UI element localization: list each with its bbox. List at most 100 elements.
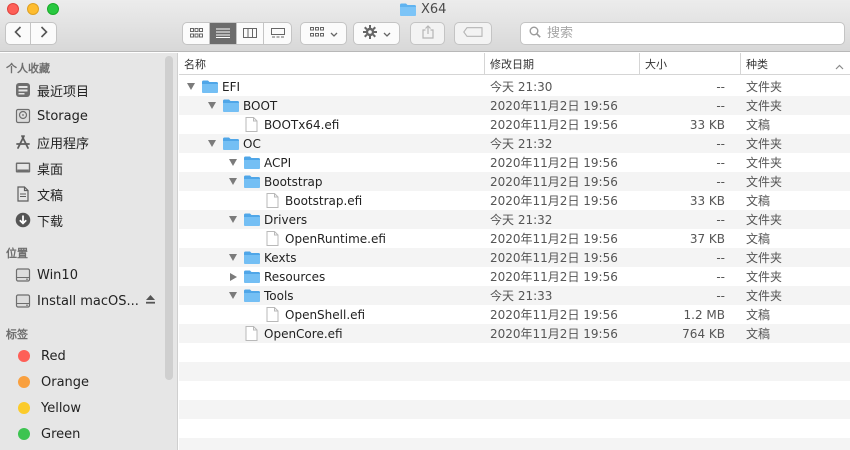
date-modified: 今天 21:32 [490, 137, 553, 151]
recents-icon [15, 82, 31, 98]
file-name: OC [243, 136, 261, 151]
name-cell: Drivers [227, 210, 307, 229]
sidebar-tag-yellow[interactable]: Yellow [15, 397, 81, 419]
file-size: -- [716, 79, 725, 94]
table-row[interactable]: BOOTx64.efi 2020年11月2日 19:56 33 KB 文稿 [179, 115, 850, 134]
search-input[interactable] [547, 26, 827, 41]
table-row[interactable]: Kexts 2020年11月2日 19:56 -- 文件夹 [179, 248, 850, 267]
file-kind: 文件夹 [746, 213, 783, 227]
column-header-size[interactable]: 大小 [639, 53, 740, 75]
table-row[interactable]: Drivers 今天 21:32 -- 文件夹 [179, 210, 850, 229]
column-view-button[interactable] [237, 23, 264, 44]
sidebar-item-recents[interactable]: 最近项目 [15, 79, 89, 101]
forward-button[interactable] [31, 23, 56, 44]
folder-icon [400, 3, 416, 16]
file-size: 33 KB [689, 193, 725, 208]
table-row[interactable]: Resources 2020年11月2日 19:56 -- 文件夹 [179, 267, 850, 286]
window-title: X64 [400, 1, 446, 17]
table-row[interactable]: OC 今天 21:32 -- 文件夹 [179, 134, 850, 153]
file-size: -- [716, 212, 725, 227]
downloads-icon [15, 212, 31, 228]
sidebar-item-label: 应用程序 [37, 136, 90, 152]
table-row[interactable]: OpenCore.efi 2020年11月2日 19:56 764 KB 文稿 [179, 324, 850, 343]
group-icon [309, 26, 324, 41]
document-icon [264, 193, 281, 208]
folder-icon [222, 99, 239, 112]
chevron-left-icon [14, 26, 22, 41]
table-row[interactable]: BOOT 2020年11月2日 19:56 -- 文件夹 [179, 96, 850, 115]
date-modified: 2020年11月2日 19:56 [490, 175, 618, 189]
back-button[interactable] [6, 23, 31, 44]
action-menu-button[interactable] [353, 22, 400, 45]
sidebar-item-label: Win10 [37, 267, 78, 283]
disclosure-triangle-open-icon[interactable] [206, 96, 218, 115]
sidebar-tag-green[interactable]: Green [15, 423, 80, 445]
disclosure-triangle-open-icon[interactable] [227, 172, 239, 191]
column-header-kind[interactable]: 种类 [740, 53, 850, 75]
sidebar-item-applications[interactable]: 应用程序 [15, 131, 89, 153]
file-name: ACPI [264, 155, 292, 170]
sidebar-item-documents[interactable]: 文稿 [15, 183, 63, 205]
share-button[interactable] [410, 22, 445, 45]
sidebar-item-label: Storage [37, 108, 88, 124]
name-cell: OC [206, 134, 261, 153]
file-name: OpenRuntime.efi [285, 231, 386, 246]
disclosure-triangle-open-icon[interactable] [185, 77, 197, 96]
table-row[interactable]: OpenShell.efi 2020年11月2日 19:56 1.2 MB 文稿 [179, 305, 850, 324]
gear-icon [362, 24, 377, 43]
sidebar-item-install-macos[interactable]: Install macOS... [15, 290, 160, 312]
folder-icon [222, 137, 239, 150]
empty-row [179, 343, 850, 362]
file-name: Kexts [264, 250, 297, 265]
file-kind: 文件夹 [746, 99, 783, 113]
minimize-window-button[interactable] [27, 3, 39, 15]
sidebar-item-desktop[interactable]: 桌面 [15, 157, 63, 179]
gallery-view-button[interactable] [264, 23, 291, 44]
disclosure-triangle-open-icon[interactable] [227, 153, 239, 172]
sidebar-item-storage[interactable]: Storage [15, 105, 88, 127]
sidebar-item-downloads[interactable]: 下载 [15, 209, 63, 231]
file-size: -- [716, 174, 725, 189]
eject-icon[interactable] [145, 294, 156, 309]
name-cell: Bootstrap [227, 172, 322, 191]
table-row[interactable]: OpenRuntime.efi 2020年11月2日 19:56 37 KB 文稿 [179, 229, 850, 248]
orange-tag-dot-icon [18, 376, 30, 388]
sidebar-tag-red[interactable]: Red [15, 345, 66, 367]
sidebar-scrollbar[interactable] [165, 56, 173, 380]
sidebar-tag-orange[interactable]: Orange [15, 371, 89, 393]
table-row[interactable]: Bootstrap 2020年11月2日 19:56 -- 文件夹 [179, 172, 850, 191]
search-field[interactable] [520, 22, 845, 45]
drive-icon [15, 108, 31, 124]
column-header-date[interactable]: 修改日期 [484, 53, 639, 75]
disclosure-triangle-open-icon[interactable] [227, 248, 239, 267]
file-kind: 文稿 [746, 232, 771, 246]
file-kind: 文稿 [746, 194, 771, 208]
disclosure-triangle-open-icon[interactable] [227, 210, 239, 229]
group-by-button[interactable] [300, 22, 347, 45]
list-view-icon [216, 27, 230, 41]
list-view-button[interactable] [210, 23, 237, 44]
column-header-kind-label: 种类 [746, 58, 768, 71]
close-window-button[interactable] [7, 3, 19, 15]
disclosure-triangle-open-icon[interactable] [227, 286, 239, 305]
file-size: 1.2 MB [683, 307, 725, 322]
file-name: EFI [222, 79, 241, 94]
table-row[interactable]: ACPI 2020年11月2日 19:56 -- 文件夹 [179, 153, 850, 172]
name-cell: OpenCore.efi [227, 324, 343, 343]
icon-view-button[interactable] [183, 23, 210, 44]
tags-button[interactable] [454, 22, 492, 45]
disclosure-triangle-closed-icon[interactable] [227, 267, 239, 286]
table-row[interactable]: EFI 今天 21:30 -- 文件夹 [179, 77, 850, 96]
red-tag-dot-icon [18, 350, 30, 362]
date-modified: 2020年11月2日 19:56 [490, 308, 618, 322]
drive-icon [15, 293, 31, 309]
documents-icon [15, 186, 31, 202]
zoom-window-button[interactable] [47, 3, 59, 15]
sidebar-item-win10[interactable]: Win10 [15, 264, 78, 286]
table-row[interactable]: Tools 今天 21:33 -- 文件夹 [179, 286, 850, 305]
table-row[interactable]: Bootstrap.efi 2020年11月2日 19:56 33 KB 文稿 [179, 191, 850, 210]
sidebar-item-label: 下载 [37, 214, 64, 230]
disclosure-triangle-open-icon[interactable] [206, 134, 218, 153]
column-header-name[interactable]: 名称 [179, 53, 484, 75]
